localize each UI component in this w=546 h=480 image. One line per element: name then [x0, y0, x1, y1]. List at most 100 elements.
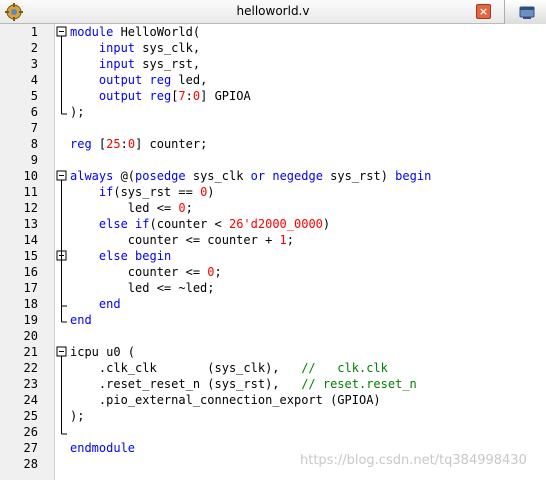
- line-number: 7: [30, 121, 38, 135]
- code-text: counter <= counter + 1;: [70, 232, 294, 248]
- code-token: icpu u0 (: [70, 345, 136, 359]
- keyword-token: else: [98, 249, 128, 263]
- number-token: 26'd2000_0000: [228, 217, 323, 231]
- code-token: ;: [286, 233, 294, 247]
- line-number: 23: [23, 377, 38, 391]
- code-line[interactable]: 19 end: [0, 312, 546, 328]
- number-token: 7: [178, 89, 186, 103]
- code-editor[interactable]: 1 module HelloWorld(2 input sys_clk, 3 inp…: [0, 24, 546, 480]
- keyword-token: begin: [135, 249, 172, 263]
- code-line[interactable]: 12 led <= 0;: [0, 200, 546, 216]
- code-line[interactable]: 16 counter <= 0;: [0, 264, 546, 280]
- number-token: 0: [127, 137, 136, 151]
- code-token: led <=: [70, 201, 179, 215]
- close-icon: ×: [478, 5, 489, 18]
- code-token: led,: [171, 73, 208, 87]
- keyword-token: begin: [395, 169, 432, 183]
- line-number: 22: [23, 361, 38, 375]
- code-token: HelloWorld(: [113, 25, 201, 39]
- comment-token: // reset.reset_n: [301, 377, 417, 391]
- code-line[interactable]: 5 output reg[7:0] GPIOA: [0, 88, 546, 104]
- keyword-token: output: [98, 73, 143, 87]
- code-token: counter <=: [70, 265, 208, 279]
- number-token: 0: [178, 201, 186, 215]
- code-line[interactable]: 2 input sys_clk,: [0, 40, 546, 56]
- line-number: 17: [23, 281, 38, 295]
- watermark: https://blog.csdn.net/tq384998430: [300, 453, 527, 468]
- code-line[interactable]: 18 end: [0, 296, 546, 312]
- code-line[interactable]: 17 led <= ~led;: [0, 280, 546, 296]
- code-token: .reset_reset_n (sys_rst),: [70, 377, 302, 391]
- code-line[interactable]: 15 else begin: [0, 248, 546, 264]
- keyword-token: input: [98, 41, 136, 55]
- line-number: 27: [23, 441, 38, 455]
- code-line[interactable]: 21 icpu u0 (: [0, 344, 546, 360]
- code-line[interactable]: 9: [0, 152, 546, 168]
- code-line[interactable]: 8 reg [25:0] counter;: [0, 136, 546, 152]
- code-text: else if(counter < 26'd2000_0000): [70, 216, 330, 232]
- dock-button[interactable]: [504, 0, 546, 24]
- code-text: counter <= 0;: [70, 264, 222, 280]
- code-line[interactable]: 6);: [0, 104, 546, 120]
- code-text: input sys_rst,: [70, 56, 200, 72]
- number-token: 1: [279, 233, 287, 247]
- code-text: output reg led,: [70, 72, 207, 88]
- line-number: 6: [30, 105, 38, 119]
- line-number: 1: [30, 25, 38, 39]
- code-token: sys_clk: [185, 169, 251, 183]
- code-token: @(: [113, 169, 136, 183]
- keyword-token: reg: [149, 73, 172, 87]
- code-line[interactable]: 23 .reset_reset_n (sys_rst), // reset.re…: [0, 376, 546, 392]
- code-text: reg [25:0] counter;: [70, 136, 207, 152]
- code-line[interactable]: 25);: [0, 408, 546, 424]
- code-text: else begin: [70, 248, 171, 264]
- line-number: 13: [23, 217, 38, 231]
- line-number: 3: [30, 57, 38, 71]
- code-text: led <= 0;: [70, 200, 193, 216]
- code-token: sys_rst): [322, 169, 396, 183]
- code-token: ] GPIOA: [200, 89, 251, 103]
- code-line[interactable]: 24 .pio_external_connection_export (GPIO…: [0, 392, 546, 408]
- dock-window-icon: [519, 6, 535, 19]
- code-text: );: [70, 408, 84, 424]
- code-line[interactable]: 22 .clk_clk (sys_clk), // clk.clk: [0, 360, 546, 376]
- line-number: 10: [23, 169, 38, 183]
- code-line[interactable]: 14 counter <= counter + 1;: [0, 232, 546, 248]
- code-line[interactable]: 10 always @(posedge sys_clk or negedge sy…: [0, 168, 546, 184]
- code-line[interactable]: 26: [0, 424, 546, 440]
- keyword-token: else: [98, 217, 128, 231]
- code-text: module HelloWorld(: [70, 24, 200, 40]
- title-bar: helloworld.v ×: [0, 0, 546, 24]
- code-token: (sys_rst ==: [113, 185, 201, 199]
- number-token: 0: [207, 265, 215, 279]
- keyword-token: input: [98, 57, 136, 71]
- line-number: 12: [23, 201, 38, 215]
- code-text: input sys_clk,: [70, 40, 200, 56]
- code-line[interactable]: 1 module HelloWorld(: [0, 24, 546, 40]
- code-text: .reset_reset_n (sys_rst), // reset.reset…: [70, 376, 417, 392]
- line-number: 14: [23, 233, 38, 247]
- code-line[interactable]: 3 input sys_rst,: [0, 56, 546, 72]
- close-button[interactable]: ×: [476, 4, 491, 19]
- line-number: 24: [23, 393, 38, 407]
- code-line[interactable]: 20: [0, 328, 546, 344]
- code-token: ;: [214, 265, 222, 279]
- code-token: led <= ~led;: [70, 281, 215, 295]
- code-token: );: [70, 105, 85, 119]
- line-number: 28: [23, 457, 38, 471]
- keyword-token: reg: [70, 137, 92, 151]
- code-text: );: [70, 104, 84, 120]
- code-line[interactable]: 11 if(sys_rst == 0): [0, 184, 546, 200]
- code-token: :: [120, 137, 128, 151]
- code-line[interactable]: 7: [0, 120, 546, 136]
- code-line[interactable]: 4 output reg led,: [0, 72, 546, 88]
- line-number: 8: [30, 137, 38, 151]
- keyword-token: module: [70, 25, 114, 39]
- line-number: 16: [23, 265, 38, 279]
- code-line[interactable]: 13 else if(counter < 26'd2000_0000): [0, 216, 546, 232]
